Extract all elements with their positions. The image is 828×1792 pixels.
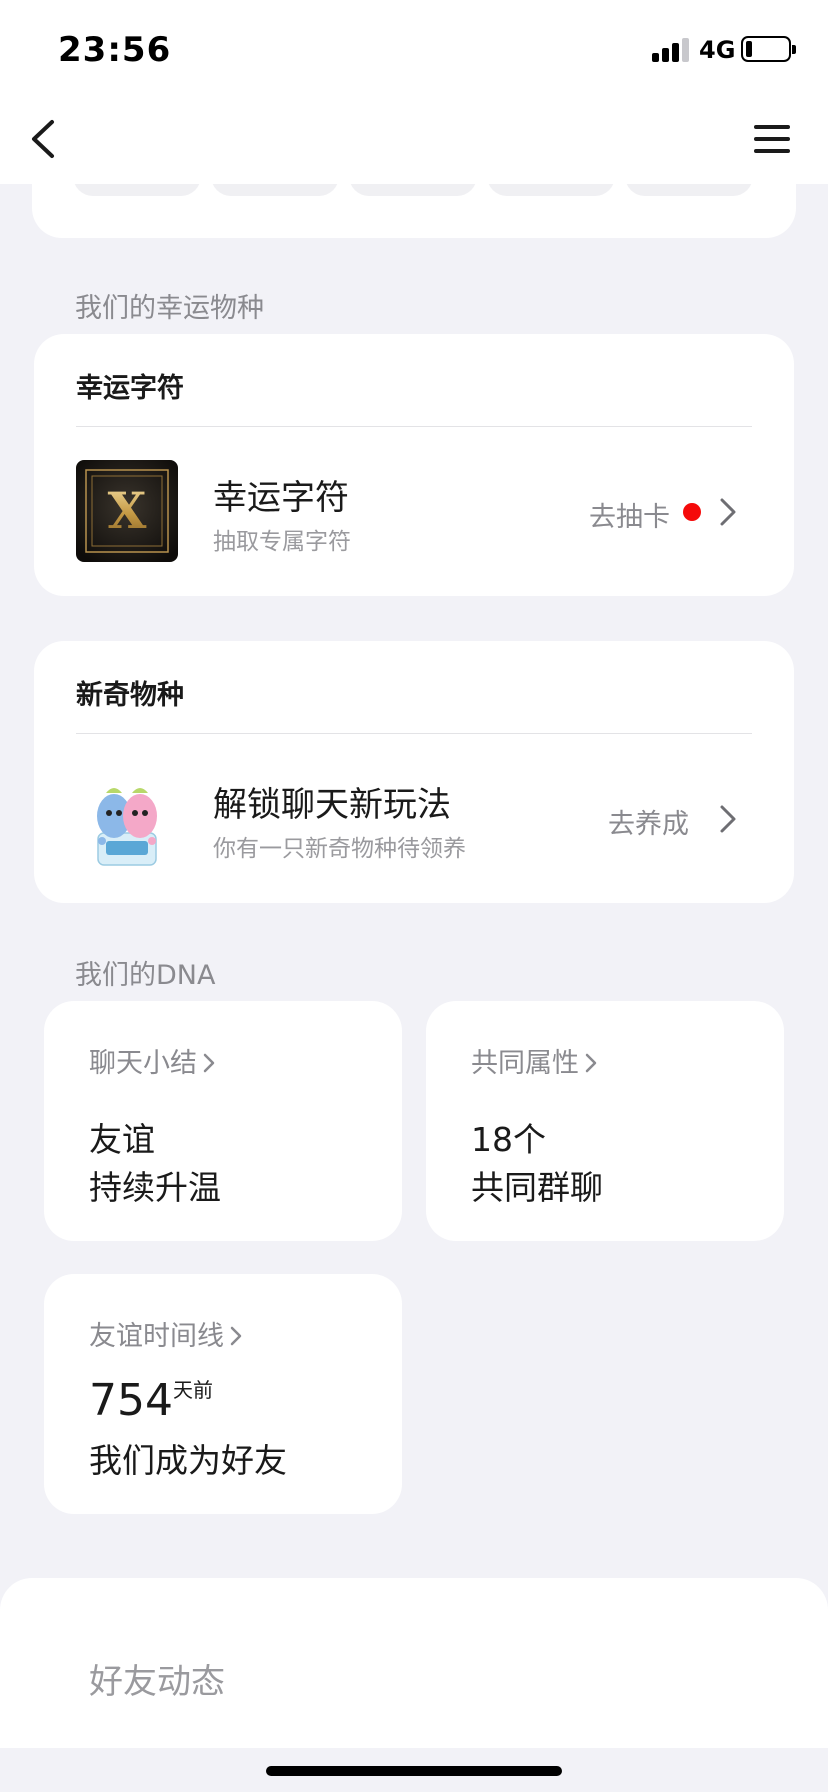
chevron-right-icon [203, 1053, 215, 1073]
days-number: 754 [89, 1375, 173, 1426]
status-time: 23:56 [58, 30, 172, 70]
divider [76, 733, 752, 734]
chevron-right-icon [230, 1326, 242, 1346]
novel-item-subtitle: 你有一只新奇物种待领养 [213, 836, 466, 862]
lucky-card: 幸运字符 X 幸运字符 抽取专属字符 去抽卡 [34, 334, 794, 596]
friendship-timeline-line2: 我们成为好友 [89, 1441, 287, 1480]
notification-dot [683, 503, 701, 521]
friendship-timeline-card[interactable]: 友谊时间线 754天前 我们成为好友 [44, 1274, 402, 1514]
friendship-days: 754天前 [89, 1374, 213, 1426]
chat-summary-card[interactable]: 聊天小结 友谊 持续升温 [44, 1001, 402, 1241]
friend-feed-title: 好友动态 [89, 1662, 225, 1702]
chat-summary-header: 聊天小结 [89, 1041, 217, 1080]
lucky-item-title: 幸运字符 [213, 478, 349, 518]
status-bar: 23:56 4G [0, 0, 828, 96]
lucky-card-title: 幸运字符 [76, 373, 184, 404]
battery-icon [741, 36, 791, 62]
common-attributes-line2: 共同群聊 [471, 1168, 603, 1207]
navigation-bar [0, 96, 828, 184]
chevron-right-icon [720, 805, 736, 833]
back-button[interactable] [22, 114, 72, 164]
common-attributes-line1: 18个 [471, 1120, 546, 1159]
menu-button[interactable] [744, 114, 800, 164]
friend-feed-panel[interactable]: 好友动态 [0, 1578, 828, 1748]
friendship-timeline-header: 友谊时间线 [89, 1314, 244, 1353]
raise-pet-action[interactable]: 去养成 [608, 802, 689, 841]
common-attributes-header: 共同属性 [471, 1041, 599, 1080]
letter-x-tile-icon: X [76, 460, 178, 562]
days-unit: 天前 [172, 1378, 213, 1402]
draw-card-action[interactable]: 去抽卡 [589, 495, 670, 534]
lucky-section-label: 我们的幸运物种 [75, 293, 264, 324]
hamburger-menu-icon [754, 125, 790, 153]
battery-tip [792, 45, 796, 54]
svg-text:X: X [108, 481, 147, 540]
pet-creatures-icon [97, 788, 157, 866]
chat-summary-line1: 友谊 [89, 1120, 155, 1159]
novel-item-title: 解锁聊天新玩法 [213, 785, 451, 825]
chevron-left-icon [32, 120, 54, 158]
lucky-item-subtitle: 抽取专属字符 [213, 529, 351, 555]
chat-summary-line2: 持续升温 [89, 1168, 221, 1207]
divider [76, 426, 752, 427]
signal-icon [652, 38, 690, 62]
chevron-right-icon [720, 498, 736, 526]
network-label: 4G [699, 36, 736, 64]
novel-card: 新奇物种 解锁聊天新玩法 你有一只新奇物种待领养 去养成 [34, 641, 794, 903]
chevron-right-icon [585, 1053, 597, 1073]
dna-section-label: 我们的DNA [75, 960, 216, 991]
novel-card-title: 新奇物种 [76, 680, 184, 711]
home-indicator [266, 1766, 562, 1776]
common-attributes-card[interactable]: 共同属性 18个 共同群聊 [426, 1001, 784, 1241]
